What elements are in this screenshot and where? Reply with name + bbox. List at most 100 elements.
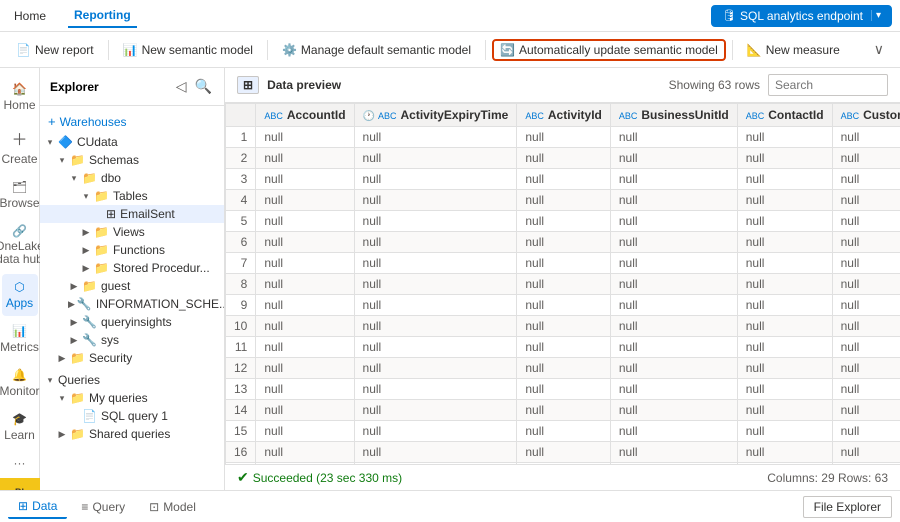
cell-value: null [354,295,517,316]
tree-tables[interactable]: ▾ 📁 Tables [40,187,224,205]
cell-value: null [354,337,517,358]
cell-value: null [517,421,611,442]
table-row: 2nullnullnullnullnullnullnull [226,148,900,169]
top-nav: Home Reporting 🛢 SQL analytics endpoint … [0,0,900,32]
sidebar-item-learn[interactable]: 🎓 Learn [2,406,38,448]
home-icon: 🏠 [12,82,27,96]
cell-value: null [256,442,354,463]
tab-model[interactable]: ⊡ Model [139,496,206,518]
cell-value: null [610,127,737,148]
query-tab-icon: ≡ [81,500,88,514]
warehouses-row[interactable]: + Warehouses [40,110,224,133]
infoschema-icon: 🔧 [77,297,92,311]
tree-emailsent[interactable]: ⊞ EmailSent [40,205,224,223]
learn-icon: 🎓 [12,412,27,426]
sqlquery-icon: 📄 [82,409,97,423]
tab-data[interactable]: ⊞ Data [8,495,67,519]
more-icon: ··· [14,456,26,470]
auto-update-model-btn[interactable]: 🔄 Automatically update semantic model [492,39,726,61]
col-activityexpiry[interactable]: 🕐ABCActivityExpiryTime [354,104,517,127]
cell-value: null [610,211,737,232]
chevron-views-icon: ▶ [80,227,92,238]
cell-value: null [832,169,900,190]
sidebar-item-data-hub[interactable]: 🔗 OneLake data hub [2,218,38,272]
col-customerjourneyid[interactable]: ABCCustomerJourneyId [832,104,900,127]
cell-value: null [256,190,354,211]
chevron-queryinsights-icon: ▶ [68,317,80,328]
col-accountid[interactable]: ABCAccountId [256,104,354,127]
file-explorer-btn[interactable]: File Explorer [803,496,892,518]
tree-cudata[interactable]: ▾ 🔷 CUdata [40,133,224,151]
col-activityid[interactable]: ABCActivityId [517,104,611,127]
chevron-sys-icon: ▶ [68,335,80,346]
monitor-icon: 🔔 [12,368,27,382]
tab-query[interactable]: ≡ Query [71,496,135,518]
cell-value: null [256,421,354,442]
sidebar-item-more[interactable]: ··· [2,450,38,476]
cell-value: null [737,442,832,463]
sidebar-item-browse[interactable]: 🗂 Browse [2,174,38,216]
cell-value: null [354,442,517,463]
table-row: 4nullnullnullnullnullnullnull [226,190,900,211]
tree-dbo[interactable]: ▾ 📁 dbo [40,169,224,187]
schemas-label: Schemas [89,153,139,167]
col-contactid[interactable]: ABCContactId [737,104,832,127]
cell-value: null [737,253,832,274]
cell-value: null [832,274,900,295]
tree-queryinsights[interactable]: ▶ 🔧 queryinsights [40,313,224,331]
sidebar-item-apps[interactable]: ⬡ Apps [2,274,38,316]
cell-value: null [832,358,900,379]
tree-my-queries[interactable]: ▾ 📁 My queries [40,389,224,407]
cell-value: null [832,190,900,211]
nav-reporting[interactable]: Reporting [68,4,137,28]
cell-value: null [256,358,354,379]
tree-guest[interactable]: ▶ 📁 guest [40,277,224,295]
table-row: 12nullnullnullnullnullnullnull [226,358,900,379]
apps-icon: ⬡ [14,280,24,294]
new-report-btn[interactable]: 📄 New report [8,39,102,61]
tree-info-schema[interactable]: ▶ 🔧 INFORMATION_SCHE... [40,295,224,313]
table-row: 13nullnullnullnullnullnullnull [226,379,900,400]
sidebar-item-create[interactable]: ＋ Create [2,120,38,172]
tree-sys[interactable]: ▶ 🔧 sys [40,331,224,349]
tree-queries[interactable]: ▾ Queries [40,371,224,389]
queryinsights-icon: 🔧 [82,315,97,329]
cell-value: null [610,295,737,316]
data-table-container[interactable]: ABCAccountId 🕐ABCActivityExpiryTime ABCA… [225,103,900,464]
search-explorer-btn[interactable]: 🔍 [193,76,214,97]
functions-label: Functions [113,243,165,257]
endpoint-chevron[interactable]: ▾ [871,10,881,21]
cell-value: null [517,400,611,421]
new-semantic-model-btn[interactable]: 📊 New semantic model [115,39,261,61]
search-input[interactable] [768,74,888,96]
cell-value: null [610,421,737,442]
table-row: 8nullnullnullnullnullnullnull [226,274,900,295]
plus-icon: + [48,114,56,129]
data-preview-title: ⊞ Data preview [237,76,341,94]
tree-schemas[interactable]: ▾ 📁 Schemas [40,151,224,169]
tree-stored-proc[interactable]: ▶ 📁 Stored Procedur... [40,259,224,277]
toolbar-expand[interactable]: ∨ [866,37,892,62]
sql-endpoint-btn[interactable]: 🛢 SQL analytics endpoint ▾ [711,5,892,27]
nav-home[interactable]: Home [8,5,52,27]
cell-value: null [354,421,517,442]
sidebar-item-monitor[interactable]: 🔔 Monitor [2,362,38,404]
collapse-explorer-btn[interactable]: ◁ [174,76,189,97]
col-businessunitid[interactable]: ABCBusinessUnitId [610,104,737,127]
manage-default-model-btn[interactable]: ⚙️ Manage default semantic model [274,39,479,61]
cell-value: null [737,169,832,190]
create-icon: ＋ [11,126,27,150]
cell-value: null [256,316,354,337]
tree-shared-queries[interactable]: ▶ 📁 Shared queries [40,425,224,443]
new-measure-btn[interactable]: 📐 New measure [739,39,848,61]
sidebar-item-metrics[interactable]: 📊 Metrics [2,318,38,360]
cell-value: null [610,400,737,421]
row-number: 1 [226,127,256,148]
explorer-header-actions: ◁ 🔍 [174,76,214,97]
tree-views[interactable]: ▶ 📁 Views [40,223,224,241]
tree-sql-query-1[interactable]: 📄 SQL query 1 [40,407,224,425]
cell-value: null [517,337,611,358]
sidebar-item-home[interactable]: 🏠 Home [2,76,38,118]
tree-security[interactable]: ▶ 📁 Security [40,349,224,367]
tree-functions[interactable]: ▶ 📁 Functions [40,241,224,259]
